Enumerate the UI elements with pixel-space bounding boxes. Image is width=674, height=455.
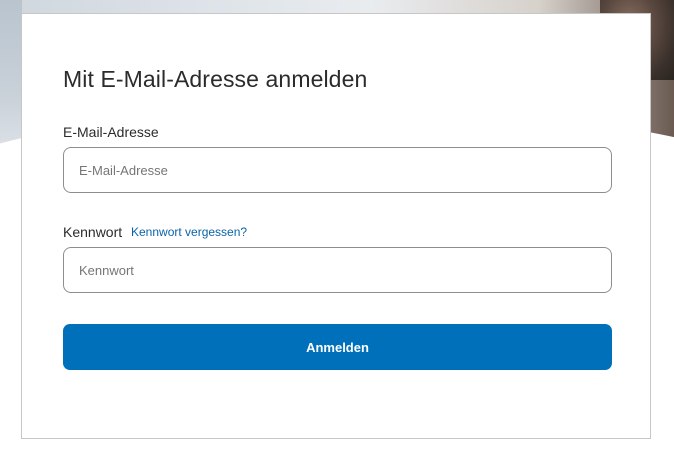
password-label: Kennwort (63, 224, 123, 240)
hero-image-left-edge (0, 0, 22, 160)
email-field[interactable] (63, 147, 612, 193)
page-title: Mit E-Mail-Adresse anmelden (63, 66, 368, 92)
login-button[interactable]: Anmelden (63, 324, 612, 370)
forgot-password-link[interactable]: Kennwort vergessen? (131, 225, 247, 239)
password-field[interactable] (63, 247, 612, 293)
email-label: E-Mail-Adresse (63, 124, 159, 140)
login-card: Mit E-Mail-Adresse anmelden E-Mail-Adres… (21, 13, 651, 439)
